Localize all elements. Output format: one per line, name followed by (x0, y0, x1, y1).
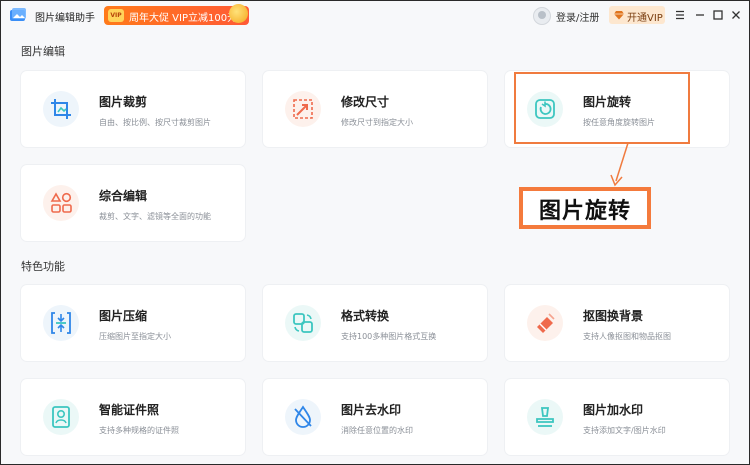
maximize-icon[interactable] (711, 8, 725, 22)
highlight-box (514, 72, 690, 144)
add-watermark-icon (527, 399, 563, 435)
callout-text: 图片旋转 (538, 199, 631, 224)
login-link[interactable]: 登录/注册 (556, 9, 599, 24)
app-window: 图片编辑助手 VIP 周年大促 VIP立减100元 登录/注册 开通VIP 图片… (0, 0, 750, 465)
remove-watermark-icon (285, 399, 321, 435)
card-desc: 支持人像抠图和物品抠图 (583, 332, 671, 341)
card-remove-watermark[interactable]: 图片去水印 消除任意位置的水印 (263, 379, 487, 455)
card-resize[interactable]: 修改尺寸 修改尺寸到指定大小 (263, 71, 487, 147)
grid-shapes-icon (43, 185, 79, 221)
crop-icon (43, 91, 79, 127)
card-title: 图片压缩 (99, 309, 148, 323)
card-id-photo[interactable]: 智能证件照 支持多种规格的证件照 (21, 379, 245, 455)
card-desc: 自由、按比例、按尺寸裁剪图片 (99, 118, 211, 127)
card-cutout-background[interactable]: 抠图换背景 支持人像抠图和物品抠图 (505, 285, 729, 361)
card-desc: 消除任意位置的水印 (341, 426, 413, 435)
card-title: 综合编辑 (99, 189, 148, 203)
card-compress[interactable]: 图片压缩 压缩图片至指定大小 (21, 285, 245, 361)
card-title: 抠图换背景 (583, 309, 644, 323)
card-desc: 裁剪、文字、滤镜等全面的功能 (99, 212, 211, 221)
card-desc: 修改尺寸到指定大小 (341, 118, 413, 127)
card-add-watermark[interactable]: 图片加水印 支持添加文字/图片水印 (505, 379, 729, 455)
diamond-icon (614, 11, 624, 20)
card-desc: 支持添加文字/图片水印 (583, 426, 666, 435)
app-title: 图片编辑助手 (35, 13, 95, 24)
card-title: 智能证件照 (99, 403, 160, 417)
card-title: 修改尺寸 (341, 95, 390, 109)
coin-icon (229, 4, 248, 23)
title-bar: 图片编辑助手 VIP 周年大促 VIP立减100元 登录/注册 开通VIP (1, 1, 749, 31)
convert-icon (285, 305, 321, 341)
card-desc: 支持100多种图片格式互换 (341, 332, 437, 341)
section-title-edit: 图片编辑 (21, 45, 65, 58)
promo-vip-badge: VIP (108, 9, 124, 22)
card-title: 图片去水印 (341, 403, 402, 417)
card-title: 格式转换 (341, 309, 390, 323)
open-vip-button[interactable]: 开通VIP (609, 6, 665, 24)
minimize-icon[interactable] (693, 8, 707, 22)
close-icon[interactable] (729, 8, 743, 22)
callout-inner: 图片旋转 (523, 191, 647, 225)
app-logo-icon (10, 8, 26, 21)
avatar[interactable] (533, 7, 551, 25)
eraser-icon (527, 305, 563, 341)
card-desc: 压缩图片至指定大小 (99, 332, 171, 341)
menu-icon[interactable] (673, 8, 687, 22)
section-title-features: 特色功能 (21, 260, 65, 273)
card-crop[interactable]: 图片裁剪 自由、按比例、按尺寸裁剪图片 (21, 71, 245, 147)
annotation-arrow-icon (610, 142, 629, 187)
compress-icon (43, 305, 79, 341)
card-title: 图片加水印 (583, 403, 644, 417)
callout-label: 图片旋转 (519, 187, 651, 229)
card-desc: 支持多种规格的证件照 (99, 426, 179, 435)
id-photo-icon (43, 399, 79, 435)
card-comprehensive-edit[interactable]: 综合编辑 裁剪、文字、滤镜等全面的功能 (21, 165, 245, 241)
card-title: 图片裁剪 (99, 95, 148, 109)
open-vip-label: 开通VIP (627, 13, 663, 24)
promo-text: 周年大促 VIP立减100元 (129, 13, 238, 24)
resize-icon (285, 91, 321, 127)
card-format-convert[interactable]: 格式转换 支持100多种图片格式互换 (263, 285, 487, 361)
promo-banner[interactable]: VIP 周年大促 VIP立减100元 (104, 6, 249, 25)
